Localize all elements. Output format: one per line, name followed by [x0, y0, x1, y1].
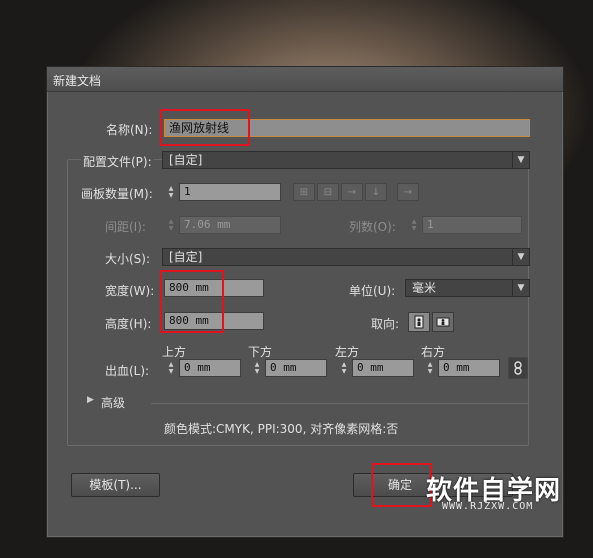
- advanced-expand-icon[interactable]: ▶: [87, 395, 94, 405]
- units-dropdown[interactable]: 毫米 ▼: [405, 279, 530, 297]
- document-info-text: 颜色模式:CMYK, PPI:300, 对齐像素网格:否: [164, 422, 399, 436]
- bleed-top-input[interactable]: 0 mm: [179, 359, 241, 377]
- chevron-down-icon: ▼: [512, 280, 529, 296]
- height-label: 高度(H):: [105, 317, 152, 331]
- artboards-input[interactable]: 1: [179, 183, 281, 201]
- bleed-left-label: 左方: [335, 345, 360, 359]
- grid-by-column-icon[interactable]: ⊟: [317, 183, 339, 201]
- width-label: 宽度(W):: [105, 284, 155, 298]
- chain-glyph: [514, 361, 522, 375]
- profile-dropdown[interactable]: [自定] ▼: [162, 151, 530, 169]
- portrait-icon: [414, 315, 424, 329]
- link-chain-icon[interactable]: [508, 357, 528, 379]
- size-highlight-box: [160, 270, 224, 333]
- watermark-url: WWW.RJZXW.COM: [442, 501, 534, 512]
- size-label: 大小(S):: [105, 252, 151, 266]
- profile-value: [自定]: [169, 153, 203, 167]
- artboards-stepper[interactable]: ▲ ▼: [164, 183, 178, 201]
- portrait-orientation-button[interactable]: [408, 312, 430, 332]
- bleed-bottom-input[interactable]: 0 mm: [265, 359, 327, 377]
- spacing-input[interactable]: 7.06 mm: [179, 216, 281, 234]
- columns-input[interactable]: 1: [422, 216, 522, 234]
- bleed-bottom-label: 下方: [248, 345, 273, 359]
- size-dropdown[interactable]: [自定] ▼: [162, 248, 530, 266]
- bleed-top-label: 上方: [162, 345, 187, 359]
- units-label: 单位(U):: [349, 284, 396, 298]
- advanced-label[interactable]: 高级: [101, 394, 125, 411]
- change-to-right-to-left-icon[interactable]: →: [397, 183, 419, 201]
- arrange-by-row-icon[interactable]: →: [341, 183, 363, 201]
- bleed-top-stepper[interactable]: ▲ ▼: [164, 359, 178, 377]
- name-label: 名称(N):: [106, 123, 153, 137]
- size-value: [自定]: [169, 250, 203, 264]
- templates-button[interactable]: 模板(T)...: [71, 473, 160, 497]
- name-highlight-box: [160, 109, 250, 146]
- arrange-by-column-icon[interactable]: ↓: [365, 183, 387, 201]
- spacing-stepper[interactable]: ▲ ▼: [164, 216, 178, 234]
- profile-label: 配置文件(P):: [81, 153, 154, 170]
- landscape-orientation-button[interactable]: [432, 312, 454, 332]
- orientation-label: 取向:: [371, 317, 400, 331]
- new-document-dialog: 新建文档 名称(N): 渔网放射线 配置文件(P): [自定] ▼ 画板数量(M…: [46, 66, 564, 538]
- bleed-label: 出血(L):: [105, 364, 150, 378]
- bleed-left-input[interactable]: 0 mm: [352, 359, 414, 377]
- chevron-down-icon: ▼: [512, 249, 529, 265]
- landscape-icon: [436, 317, 450, 327]
- columns-label: 列数(O):: [349, 220, 396, 234]
- spacing-label: 间距(I):: [105, 220, 146, 234]
- units-value: 毫米: [412, 281, 437, 295]
- advanced-divider: [151, 403, 529, 404]
- artboards-label: 画板数量(M):: [81, 187, 153, 201]
- ok-highlight-box: [371, 463, 431, 507]
- dialog-title: 新建文档: [53, 74, 102, 88]
- bleed-left-stepper[interactable]: ▲ ▼: [337, 359, 351, 377]
- bleed-bottom-stepper[interactable]: ▲ ▼: [250, 359, 264, 377]
- grid-by-row-icon[interactable]: ⊞: [293, 183, 315, 201]
- dialog-titlebar[interactable]: 新建文档: [47, 67, 563, 92]
- bleed-right-stepper[interactable]: ▲ ▼: [423, 359, 437, 377]
- bleed-right-input[interactable]: 0 mm: [438, 359, 500, 377]
- bleed-right-label: 右方: [421, 345, 446, 359]
- columns-stepper[interactable]: ▲ ▼: [407, 216, 421, 234]
- chevron-down-icon: ▼: [512, 152, 529, 168]
